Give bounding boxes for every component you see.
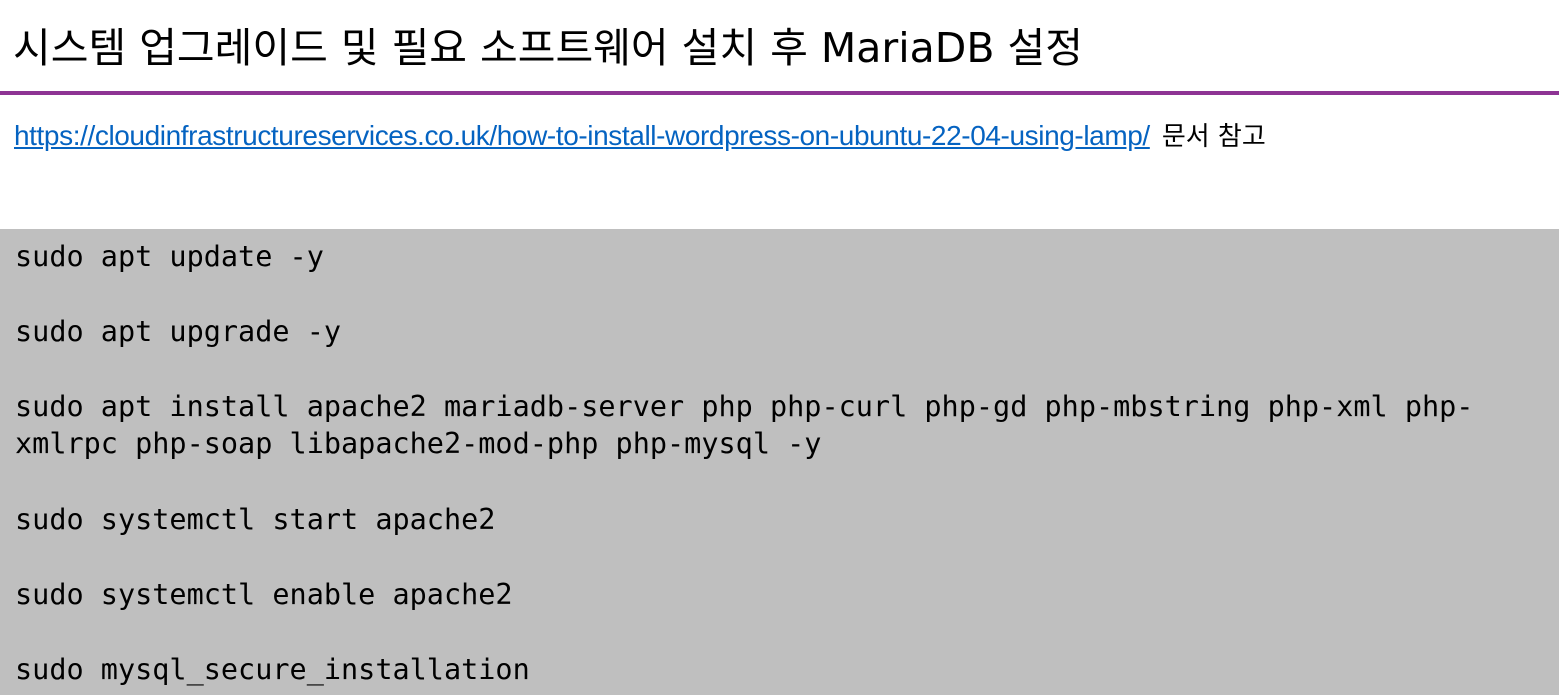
reference-suffix: 문서 참고 [1161, 122, 1266, 152]
code-line-install-continued: xmlrpc php-soap libapache2-mod-php php-m… [15, 427, 822, 460]
reference-line: https://cloudinfrastructureservices.co.u… [14, 114, 1266, 159]
code-line-start-apache: sudo systemctl start apache2 [15, 503, 496, 536]
page-title: 시스템 업그레이드 및 필요 소프트웨어 설치 후 MariaDB 설정 [13, 24, 1083, 72]
code-line-update: sudo apt update -y [15, 240, 324, 273]
code-line-enable-apache: sudo systemctl enable apache2 [15, 578, 513, 611]
code-line-mysql-secure: sudo mysql_secure_installation [15, 653, 530, 686]
reference-link[interactable]: https://cloudinfrastructureservices.co.u… [14, 120, 1150, 151]
code-line-upgrade: sudo apt upgrade -y [15, 315, 342, 348]
code-line-install: sudo apt install apache2 mariadb-server … [15, 390, 1474, 423]
code-block: sudo apt update -y sudo apt upgrade -y s… [0, 229, 1559, 695]
title-divider [0, 91, 1559, 95]
